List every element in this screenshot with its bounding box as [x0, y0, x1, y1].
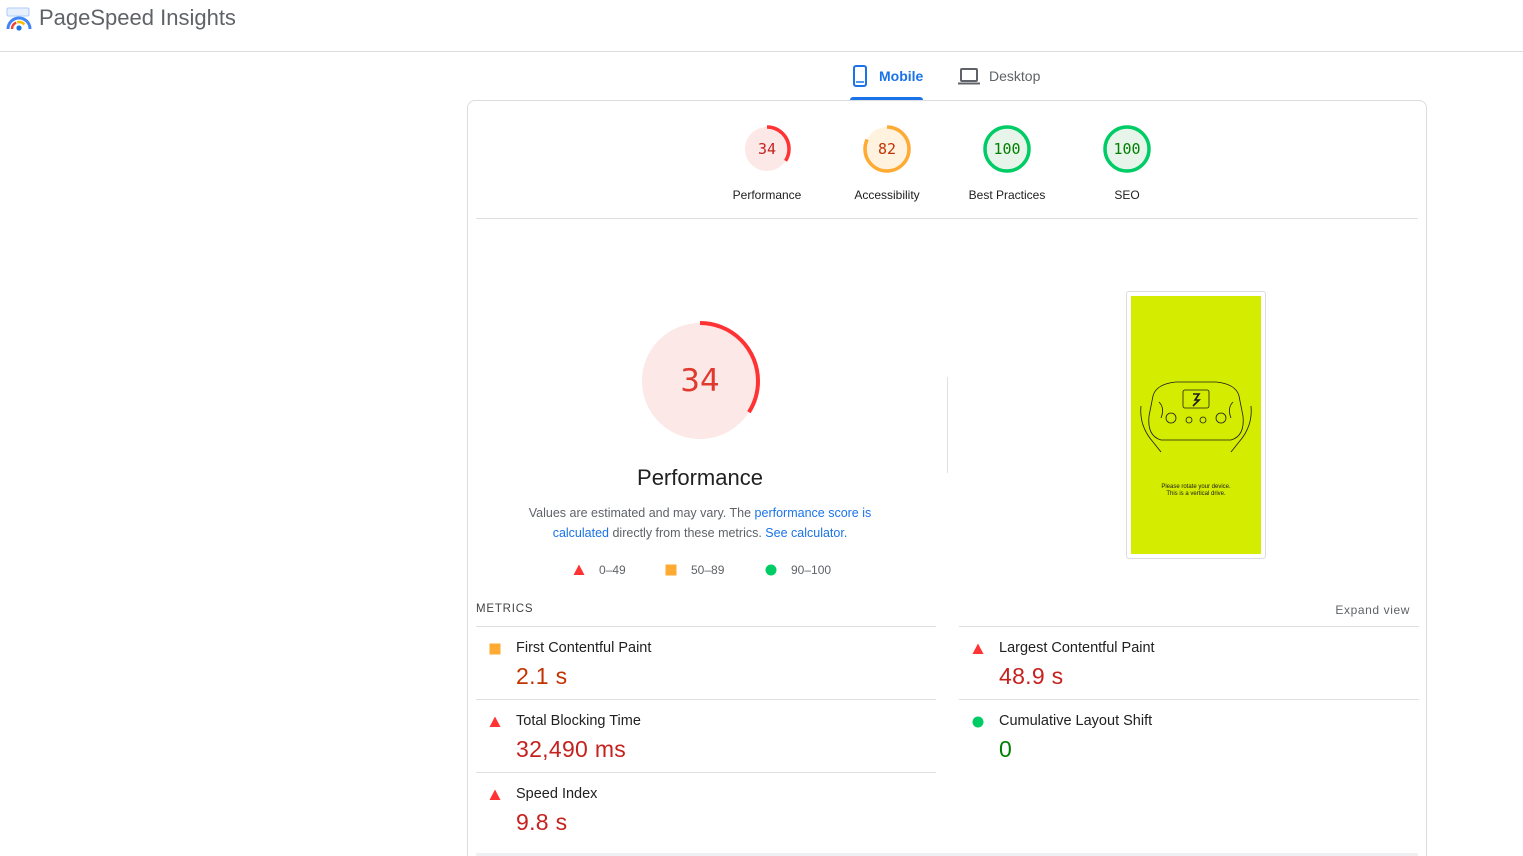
gauge-label: Best Practices: [968, 188, 1046, 202]
square-icon: [489, 643, 501, 655]
gauge-label: Performance: [732, 188, 802, 202]
caption-line: Please rotate your device.: [1161, 484, 1231, 490]
metric-speed-index[interactable]: Speed Index 9.8 s: [476, 772, 936, 845]
metric-name: Largest Contentful Paint: [999, 640, 1155, 656]
metric-value: 0: [999, 736, 1013, 762]
desc-text: directly from these metrics.: [609, 526, 766, 540]
phone-icon: [850, 65, 879, 90]
gauge-seo[interactable]: 100 SEO: [1077, 123, 1177, 203]
screenshot-caption: Please rotate your device. This is a ver…: [1131, 484, 1261, 498]
expand-view-button[interactable]: Expand view: [1335, 603, 1410, 617]
tab-desktop[interactable]: Desktop: [958, 62, 1048, 100]
tab-label: Desktop: [989, 68, 1041, 84]
gauge-ring: 100: [983, 125, 1031, 173]
metric-first-contentful-paint[interactable]: First Contentful Paint 2.1 s: [476, 626, 936, 699]
gauge-label: Accessibility: [854, 188, 920, 202]
metric-name: Speed Index: [516, 786, 598, 802]
legend-range: 0–49: [599, 563, 626, 577]
performance-score: 34: [680, 363, 719, 399]
top-bar: PageSpeed Insights: [0, 0, 1523, 52]
app-title[interactable]: PageSpeed Insights: [39, 6, 236, 30]
metric-value: 9.8 s: [516, 809, 568, 835]
triangle-icon: [573, 564, 585, 575]
desc-text: Values are estimated and may vary. The: [528, 506, 755, 520]
gauge-label: SEO: [1114, 188, 1140, 202]
gauge-score: 100: [993, 140, 1020, 158]
report-card: 34 Performance 82 Accessibility 100 Best…: [467, 100, 1427, 856]
metric-value: 32,490 ms: [516, 736, 627, 762]
legend-item-fail: 0–49: [573, 563, 626, 577]
gauge-ring: 34: [743, 125, 791, 173]
page-screenshot[interactable]: Please rotate your device. This is a ver…: [1126, 291, 1266, 559]
metric-value: 48.9 s: [999, 663, 1064, 689]
metric-value: 2.1 s: [516, 663, 568, 689]
gauge-ring: 100: [1103, 125, 1151, 173]
performance-title: Performance: [637, 465, 763, 490]
vertical-divider: [947, 377, 948, 473]
tab-mobile[interactable]: Mobile: [850, 62, 923, 100]
metric-name: Cumulative Layout Shift: [999, 713, 1153, 729]
caption-line: This is a vertical drive.: [1166, 491, 1226, 497]
metric-name: First Contentful Paint: [516, 640, 652, 656]
laptop-icon: [958, 65, 989, 90]
metric-cumulative-layout-shift[interactable]: Cumulative Layout Shift 0: [959, 699, 1419, 772]
triangle-icon: [972, 643, 984, 654]
triangle-icon: [489, 789, 501, 800]
metric-total-blocking-time[interactable]: Total Blocking Time 32,490 ms: [476, 699, 936, 772]
metrics-header: METRICS: [476, 603, 534, 615]
gauge-performance[interactable]: 34 Performance: [717, 123, 817, 203]
performance-description: Values are estimated and may vary. The p…: [518, 503, 882, 543]
divider: [476, 218, 1418, 219]
metric-name: Total Blocking Time: [516, 713, 641, 729]
gauge-score: 82: [878, 140, 896, 158]
gauge-score: 34: [758, 140, 776, 158]
gauge-score: 100: [1113, 140, 1140, 158]
performance-gauge-large: 34: [638, 319, 762, 443]
triangle-icon: [489, 716, 501, 727]
pagespeed-logo-icon[interactable]: [6, 6, 32, 32]
legend-item-average: 50–89: [665, 563, 724, 577]
see-calculator-link[interactable]: See calculator.: [765, 526, 847, 540]
score-legend: 0–49 50–89 90–100: [573, 563, 873, 579]
legend-range: 90–100: [791, 563, 832, 577]
category-gauges: 34 Performance 82 Accessibility 100 Best…: [468, 101, 1426, 219]
gauge-accessibility[interactable]: 82 Accessibility: [837, 123, 937, 203]
gauge-best-practices[interactable]: 100 Best Practices: [957, 123, 1057, 203]
gauge-ring: 82: [863, 125, 911, 173]
legend-item-pass: 90–100: [765, 563, 831, 577]
tab-label: Mobile: [879, 68, 924, 84]
legend-range: 50–89: [691, 563, 725, 577]
square-icon: [665, 564, 677, 576]
circle-icon: [972, 716, 984, 728]
metric-largest-contentful-paint[interactable]: Largest Contentful Paint 48.9 s: [959, 626, 1419, 699]
screenshot-image: Please rotate your device. This is a ver…: [1131, 296, 1261, 554]
circle-icon: [765, 564, 777, 576]
